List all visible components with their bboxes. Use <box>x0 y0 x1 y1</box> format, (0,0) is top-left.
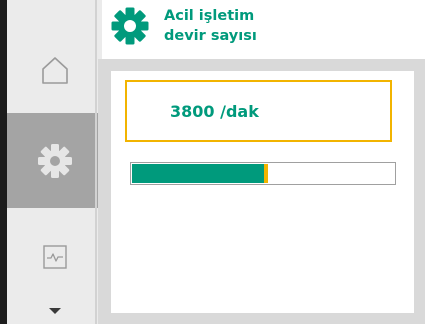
speed-progress-bar <box>130 162 396 185</box>
menu-item-diagnostics[interactable] <box>7 222 102 292</box>
sidebar-divider <box>95 0 97 324</box>
progress-fill <box>132 164 268 183</box>
progress-marker <box>264 164 268 183</box>
device-edge <box>0 0 7 324</box>
chevron-down-icon <box>48 307 62 315</box>
pulse-icon <box>42 245 67 269</box>
speed-value: 3800 /dak <box>170 101 259 121</box>
gear-icon <box>37 143 73 179</box>
page-title: Acil işletim devir sayısı <box>164 8 257 44</box>
content-area: 3800 /dak <box>111 71 414 313</box>
menu-item-home[interactable] <box>7 30 102 110</box>
speed-value-field[interactable]: 3800 /dak <box>125 80 392 142</box>
menu-item-settings[interactable] <box>7 113 102 208</box>
side-menu <box>7 0 102 324</box>
content-panel: 3800 /dak <box>98 59 425 324</box>
house-icon <box>40 55 70 85</box>
page-header: Acil işletim devir sayısı <box>104 0 425 58</box>
scroll-down-indicator[interactable] <box>7 300 102 322</box>
gear-icon <box>110 6 150 50</box>
